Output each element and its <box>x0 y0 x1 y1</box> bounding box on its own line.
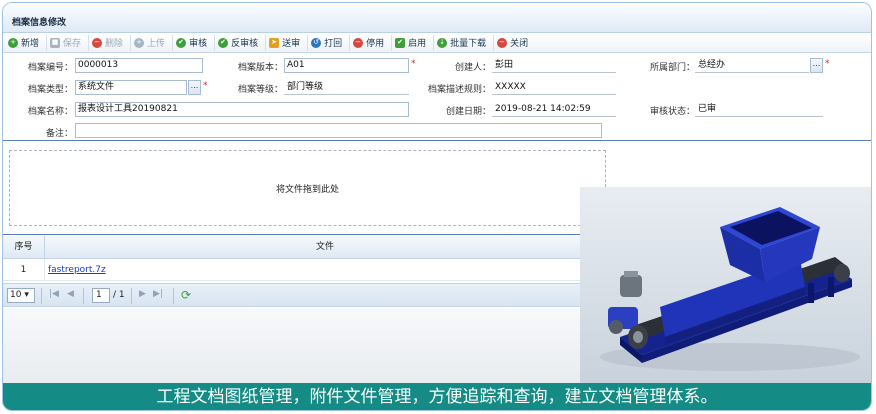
archive-version-input[interactable]: A01 <box>284 58 409 73</box>
page-size-select[interactable]: 10 ▾ <box>7 288 35 303</box>
desc-rule-value: XXXXX <box>492 80 616 95</box>
archive-name-label: 档案名称： <box>27 107 73 117</box>
column-header-file[interactable]: 文件 <box>45 236 605 259</box>
divider <box>41 288 42 304</box>
save-button[interactable]: ■ 保存 <box>47 34 90 51</box>
department-label: 所属部门： <box>649 63 695 73</box>
remark-input[interactable] <box>75 123 602 138</box>
close-icon: − <box>497 37 508 48</box>
required-mark: * <box>411 59 416 69</box>
audit-status-value: 已审 <box>695 102 823 117</box>
dropzone-text: 将文件拖到此处 <box>275 184 339 195</box>
archive-version-label: 档案版本： <box>237 63 283 73</box>
archive-level-label: 档案等级： <box>237 85 283 95</box>
archive-form: 档案编号： 0000013 档案版本： A01 * 创建人： 彭田 所属部门： … <box>3 53 871 139</box>
audit-status-label: 审核状态： <box>649 107 695 117</box>
page-number-input[interactable]: 1 <box>92 288 110 303</box>
created-date-label: 创建日期： <box>445 107 491 117</box>
checkmark-icon: ✔ <box>395 37 406 48</box>
divider <box>3 140 871 141</box>
archive-type-input[interactable]: 系统文件 <box>75 80 187 95</box>
disable-button[interactable]: − 停用 <box>350 34 393 51</box>
next-page-icon[interactable]: ▶ <box>139 289 146 299</box>
check-icon: ✔ <box>218 37 229 48</box>
plus-icon: + <box>8 37 18 48</box>
archive-no-input[interactable]: 0000013 <box>75 58 203 73</box>
prev-page-icon[interactable]: ◀ <box>67 289 74 299</box>
creator-label: 创建人： <box>454 63 491 73</box>
refresh-icon[interactable]: ⟳ <box>181 289 195 302</box>
delete-button[interactable]: − 删除 <box>89 34 132 51</box>
download-icon: ↓ <box>437 37 448 48</box>
window-title: 档案信息修改 <box>12 18 67 28</box>
archive-no-label: 档案编号： <box>27 63 73 73</box>
divider <box>131 288 132 304</box>
creator-value: 彭田 <box>492 58 616 73</box>
required-mark: * <box>825 59 830 69</box>
divider <box>83 288 84 304</box>
app-window: 档案信息修改 + 新增 ■ 保存 − 删除 + 上传 ✔ 审核 ✔ 反审核 ➤ 送审 ↺ 打回 … <box>2 2 872 411</box>
file-link[interactable]: fastreport.7z <box>48 259 106 281</box>
submit-review-button[interactable]: ➤ 送审 <box>266 34 309 51</box>
batch-download-button[interactable]: ↓ 批量下载 <box>434 34 495 51</box>
remark-label: 备注： <box>45 129 73 139</box>
unaudit-button[interactable]: ✔ 反审核 <box>215 34 267 51</box>
archive-type-label: 档案类型： <box>27 85 73 95</box>
check-icon: ✔ <box>176 37 187 48</box>
minus-icon: − <box>353 37 364 48</box>
undo-icon: ↺ <box>311 37 322 48</box>
conveyor-illustration <box>600 207 860 371</box>
column-header-no[interactable]: 序号 <box>3 236 45 259</box>
divider <box>173 288 174 304</box>
file-dropzone[interactable]: 将文件拖到此处 <box>9 150 606 226</box>
reject-button[interactable]: ↺ 打回 <box>308 34 351 51</box>
upload-button[interactable]: + 上传 <box>131 34 174 51</box>
audit-button[interactable]: ✔ 审核 <box>173 34 216 51</box>
enable-button[interactable]: ✔ 启用 <box>392 34 435 51</box>
archive-level-input[interactable]: 部门等级 <box>284 80 409 95</box>
add-button[interactable]: + 新增 <box>5 34 48 51</box>
last-page-icon[interactable]: ▶| <box>153 289 163 299</box>
created-date-value: 2019-08-21 14:02:59 <box>492 102 616 117</box>
department-input[interactable]: 总经办 <box>695 58 809 73</box>
minus-icon: − <box>92 37 103 48</box>
close-button[interactable]: − 关闭 <box>494 35 535 51</box>
first-page-icon[interactable]: |◀ <box>49 289 59 299</box>
desc-rule-label: 档案描述规则： <box>427 85 491 95</box>
department-lookup-button[interactable]: ... <box>810 58 823 73</box>
archive-type-lookup-button[interactable]: ... <box>188 80 201 95</box>
caption-banner: 工程文档图纸管理，附件文件管理，方便追踪和查询，建立文档管理体系。 <box>3 383 871 410</box>
page-total: / 1 <box>113 290 125 300</box>
toolbar: + 新增 ■ 保存 − 删除 + 上传 ✔ 审核 ✔ 反审核 ➤ 送审 ↺ 打回 − 停用 ✔ 启用… <box>3 33 871 53</box>
conveyor-machine-image <box>580 187 871 383</box>
archive-name-input[interactable]: 报表设计工具20190821 <box>75 102 409 117</box>
send-icon: ➤ <box>269 37 280 48</box>
title-bar: 档案信息修改 <box>3 3 871 33</box>
caption-text: 工程文档图纸管理，附件文件管理，方便追踪和查询，建立文档管理体系。 <box>156 387 718 407</box>
required-mark: * <box>203 81 208 91</box>
row-number: 1 <box>3 259 45 281</box>
upload-icon: + <box>134 37 145 48</box>
chevron-down-icon: ▾ <box>24 290 29 300</box>
floppy-icon: ■ <box>50 37 61 48</box>
